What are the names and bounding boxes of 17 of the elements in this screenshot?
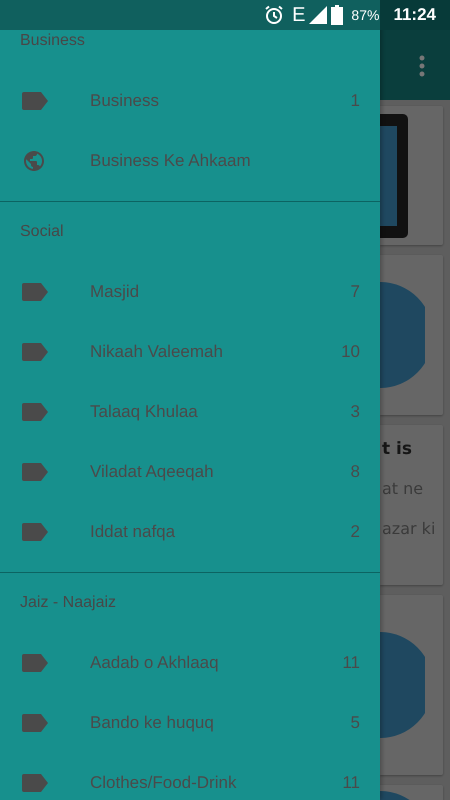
network-type: E: [292, 4, 306, 26]
drawer-item[interactable]: Clothes/Food-Drink 11: [0, 753, 380, 800]
clock: 11:24: [393, 5, 436, 25]
drawer-item[interactable]: Aadab o Akhlaaq 11: [0, 633, 380, 693]
drawer-item[interactable]: Talaaq Khulaa 3: [0, 382, 380, 442]
drawer-item[interactable]: Bando ke huquq 5: [0, 693, 380, 753]
drawer-item[interactable]: Masjid 7: [0, 262, 380, 322]
drawer-item[interactable]: Nikaah Valeemah 10: [0, 322, 380, 382]
drawer-item[interactable]: Business Ke Ahkaam: [0, 131, 380, 191]
drawer-item[interactable]: Business 1: [0, 71, 380, 131]
section-title: Business: [20, 32, 85, 50]
section-title: Social: [20, 223, 64, 241]
section-title: Jaiz - Naajaiz: [20, 594, 116, 612]
drawer-item[interactable]: Viladat Aqeeqah 8: [0, 442, 380, 502]
card-title: t is: [381, 438, 413, 461]
battery-percent: 87%: [351, 7, 380, 23]
drawer-item[interactable]: Iddat nafqa 2: [0, 502, 380, 562]
